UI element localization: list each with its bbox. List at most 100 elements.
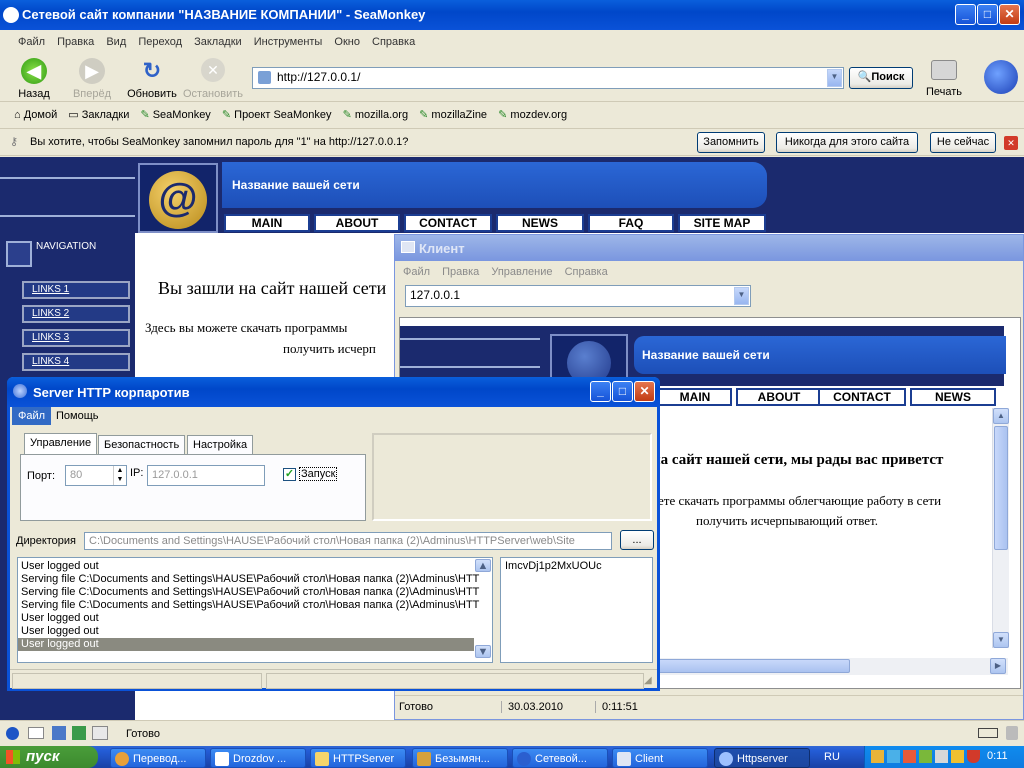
print-button[interactable]: Печать xyxy=(918,56,970,100)
taskbar-item-translate[interactable]: Перевод... xyxy=(110,748,206,768)
browser-titlebar[interactable]: Сетевой сайт компании "НАЗВАНИЕ КОМПАНИИ… xyxy=(0,0,1024,30)
maximize-button[interactable]: □ xyxy=(977,4,998,25)
client-menu-edit[interactable]: Правка xyxy=(442,266,479,278)
sidebar-link-1[interactable]: LINKS 1 xyxy=(22,281,130,299)
language-indicator[interactable]: RU xyxy=(824,751,840,763)
list-item[interactable]: Serving file C:\Documents and Settings\H… xyxy=(21,586,492,599)
site-nav-main[interactable]: MAIN xyxy=(224,214,310,232)
taskbar-item-seamonkey[interactable]: Сетевой... xyxy=(512,748,608,768)
menu-file[interactable]: Файл xyxy=(18,36,45,48)
server-maximize-button[interactable]: □ xyxy=(612,381,633,402)
server-menu-help[interactable]: Помощь xyxy=(56,407,99,425)
tray-icon-2[interactable] xyxy=(887,750,900,763)
scroll-right-icon[interactable]: ▶ xyxy=(990,658,1006,674)
server-minimize-button[interactable]: _ xyxy=(590,381,611,402)
sidebar-link-4[interactable]: LINKS 4 xyxy=(22,353,130,371)
tab-security[interactable]: Безопастность xyxy=(98,435,186,455)
close-notification-icon[interactable]: ✕ xyxy=(1004,136,1018,150)
server-close-button[interactable]: ✕ xyxy=(634,381,655,402)
menu-tools[interactable]: Инструменты xyxy=(254,36,323,48)
status-mail-icon[interactable] xyxy=(28,727,44,739)
tray-shield-icon[interactable] xyxy=(967,750,980,763)
tray-icon-5[interactable] xyxy=(935,750,948,763)
spinner-arrows-icon[interactable]: ▲ ▼ xyxy=(113,466,126,485)
tray-icon-4[interactable] xyxy=(919,750,932,763)
reload-button[interactable]: ↻ Обновить xyxy=(126,56,178,100)
sidebar-link-2[interactable]: LINKS 2 xyxy=(22,305,130,323)
url-field[interactable]: http://127.0.0.1/ ▼ xyxy=(252,67,844,89)
tab-control[interactable]: Управление xyxy=(24,433,98,455)
taskbar-item-paint[interactable]: Безымян... xyxy=(412,748,508,768)
stop-button[interactable]: ✕ Остановить xyxy=(182,56,244,100)
taskbar-item-httpserver-folder[interactable]: HTTPServer xyxy=(310,748,406,768)
client-nav-main[interactable]: MAIN xyxy=(658,388,732,406)
port-spinner[interactable]: 80 ▲ ▼ xyxy=(65,465,127,486)
log-scroll-down-icon[interactable]: ▼ xyxy=(475,645,491,658)
client-nav-about[interactable]: ABOUT xyxy=(736,388,822,406)
list-item[interactable]: User logged out xyxy=(21,560,492,573)
taskbar-item-client[interactable]: Client xyxy=(612,748,708,768)
browse-button[interactable]: ... xyxy=(620,530,654,550)
bookmark-folder[interactable]: ▭ Закладки xyxy=(68,109,129,121)
tray-icon-1[interactable] xyxy=(871,750,884,763)
taskbar-item-drozdov[interactable]: Drozdov ... xyxy=(210,748,306,768)
client-menu-help[interactable]: Справка xyxy=(565,266,608,278)
bookmark-project[interactable]: ✎ Проект SeaMonkey xyxy=(222,109,332,121)
list-item[interactable]: Serving file C:\Documents and Settings\H… xyxy=(21,599,492,612)
forward-button[interactable]: ▶ Вперёд xyxy=(72,56,112,100)
list-item[interactable]: User logged out xyxy=(18,638,474,651)
seamonkey-throbber-icon[interactable] xyxy=(984,60,1018,94)
menu-help[interactable]: Справка xyxy=(372,36,415,48)
site-nav-faq[interactable]: FAQ xyxy=(588,214,674,232)
taskbar-item-httpserver[interactable]: Httpserver xyxy=(714,748,810,768)
list-item[interactable]: User logged out xyxy=(21,612,492,625)
sidebar-link-3[interactable]: LINKS 3 xyxy=(22,329,130,347)
back-button[interactable]: ◀ Назад xyxy=(14,56,54,100)
menu-bookmarks[interactable]: Закладки xyxy=(194,36,242,48)
client-titlebar[interactable]: Клиент xyxy=(395,235,1023,261)
never-button[interactable]: Никогда для этого сайта xyxy=(776,132,918,153)
close-button[interactable]: ✕ xyxy=(999,4,1020,25)
site-nav-news[interactable]: NEWS xyxy=(496,214,584,232)
bookmark-seamonkey[interactable]: ✎ SeaMonkey xyxy=(140,109,210,121)
server-titlebar[interactable]: Server HTTP корпаротив _ □ ✕ xyxy=(7,377,660,407)
session-list[interactable]: ImcvDj1p2MxUOUc xyxy=(500,557,653,663)
status-irc-icon[interactable] xyxy=(72,726,86,740)
status-address-icon[interactable] xyxy=(92,726,108,740)
client-address-dropdown-icon[interactable]: ▼ xyxy=(734,287,749,305)
menu-view[interactable]: Вид xyxy=(106,36,126,48)
ip-field[interactable]: 127.0.0.1 xyxy=(147,465,265,486)
clock[interactable]: 0:11 xyxy=(987,750,1008,762)
client-menu-manage[interactable]: Управление xyxy=(491,266,552,278)
tray-icon-3[interactable] xyxy=(903,750,916,763)
remember-button[interactable]: Запомнить xyxy=(697,132,765,153)
tab-settings[interactable]: Настройка xyxy=(187,435,254,455)
server-menu-file[interactable]: Файл xyxy=(12,407,52,425)
search-button[interactable]: 🔍Поиск xyxy=(849,67,913,89)
list-item[interactable]: User logged out xyxy=(21,625,492,638)
scroll-up-icon[interactable]: ▲ xyxy=(993,408,1009,424)
start-label[interactable]: Запуск xyxy=(299,467,338,481)
site-nav-about[interactable]: ABOUT xyxy=(314,214,400,232)
menu-window[interactable]: Окно xyxy=(334,36,360,48)
url-dropdown-icon[interactable]: ▼ xyxy=(827,69,842,87)
session-item[interactable]: ImcvDj1p2MxUOUc xyxy=(505,560,602,572)
scroll-down-icon[interactable]: ▼ xyxy=(993,632,1009,648)
status-composer-icon[interactable] xyxy=(52,726,66,740)
minimize-button[interactable]: _ xyxy=(955,4,976,25)
client-address-combo[interactable]: 127.0.0.1 ▼ xyxy=(405,285,751,307)
bookmark-mozdev[interactable]: ✎ mozdev.org xyxy=(498,109,567,121)
log-scroll-up-icon[interactable]: ▲ xyxy=(475,559,491,572)
tray-icon-6[interactable] xyxy=(951,750,964,763)
menu-go[interactable]: Переход xyxy=(138,36,182,48)
site-nav-contact[interactable]: CONTACT xyxy=(404,214,492,232)
client-menu-file[interactable]: Файл xyxy=(403,266,430,278)
client-nav-contact[interactable]: CONTACT xyxy=(818,388,906,406)
bookmark-home[interactable]: ⌂ Домой xyxy=(14,109,57,121)
site-nav-sitemap[interactable]: SITE MAP xyxy=(678,214,766,232)
client-vertical-scrollbar[interactable]: ▲ ▼ xyxy=(992,408,1009,648)
directory-field[interactable]: C:\Documents and Settings\HAUSE\Рабочий … xyxy=(84,532,612,550)
scroll-thumb[interactable] xyxy=(994,426,1008,550)
bookmark-mozillazine[interactable]: ✎ mozillaZine xyxy=(419,109,487,121)
resize-grip-icon[interactable]: ◢ xyxy=(644,675,652,686)
